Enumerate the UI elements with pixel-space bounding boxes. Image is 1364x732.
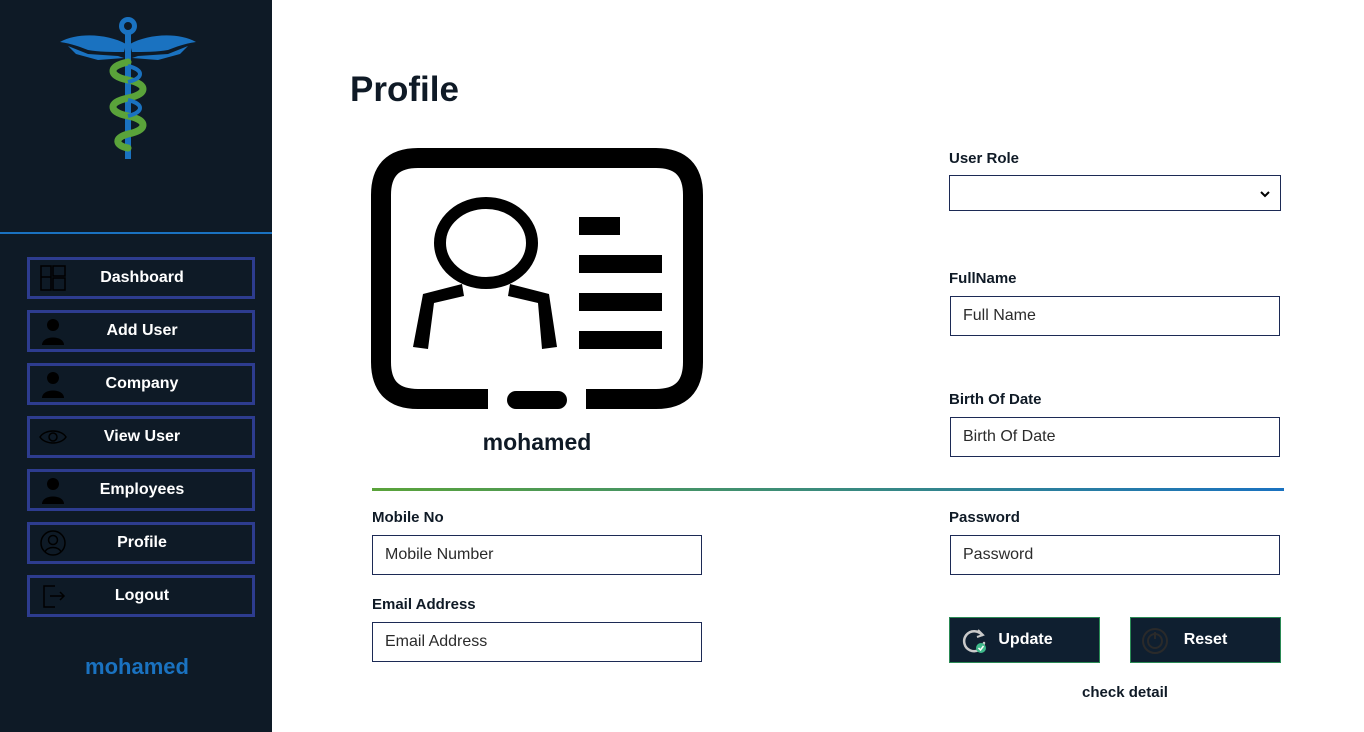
sidebar-divider	[0, 232, 272, 234]
sidebar-username: mohamed	[85, 654, 189, 679]
sidebar-item-view-user[interactable]: View User	[27, 416, 255, 458]
profile-name: mohamed	[482, 429, 592, 455]
id-card-icon	[371, 148, 703, 409]
sidebar-item-label: Profile	[117, 534, 167, 551]
page-title: Profile	[350, 70, 459, 109]
user-role-select[interactable]	[949, 175, 1281, 211]
update-button[interactable]: Update	[949, 617, 1100, 663]
update-button-label: Update	[998, 631, 1053, 648]
sidebar: Dashboard Add User Company View User Emp…	[0, 0, 272, 732]
sidebar-item-add-user[interactable]: Add User	[27, 310, 255, 352]
caduceus-logo	[60, 17, 196, 159]
chevron-down-icon	[1260, 191, 1270, 198]
full-name-input[interactable]	[950, 296, 1280, 336]
email-label: Email Address	[372, 596, 476, 613]
sidebar-item-label: Add User	[106, 322, 178, 339]
sidebar-item-label: Dashboard	[100, 269, 184, 286]
email-input[interactable]	[372, 622, 702, 662]
sidebar-item-label: View User	[103, 428, 181, 445]
reset-button-label: Reset	[1183, 631, 1228, 648]
sidebar-item-label: Logout	[114, 587, 170, 604]
sidebar-item-profile[interactable]: Profile	[27, 522, 255, 564]
birth-date-input[interactable]	[950, 417, 1280, 457]
password-input[interactable]	[950, 535, 1280, 575]
check-detail-link[interactable]: check detail	[1040, 684, 1210, 701]
user-role-label: User Role	[949, 150, 1020, 167]
section-divider	[372, 488, 1284, 491]
birth-date-label: Birth Of Date	[949, 391, 1042, 408]
sidebar-item-employees[interactable]: Employees	[27, 469, 255, 511]
sidebar-item-label: Employees	[99, 481, 185, 498]
reset-button[interactable]: Reset	[1130, 617, 1281, 663]
sidebar-item-dashboard[interactable]: Dashboard	[27, 257, 255, 299]
mobile-label: Mobile No	[372, 509, 444, 526]
full-name-label: FullName	[949, 270, 1017, 287]
sidebar-item-label: Company	[105, 375, 179, 392]
sidebar-item-company[interactable]: Company	[27, 363, 255, 405]
sidebar-item-logout[interactable]: Logout	[27, 575, 255, 617]
mobile-input[interactable]	[372, 535, 702, 575]
password-label: Password	[949, 509, 1020, 526]
